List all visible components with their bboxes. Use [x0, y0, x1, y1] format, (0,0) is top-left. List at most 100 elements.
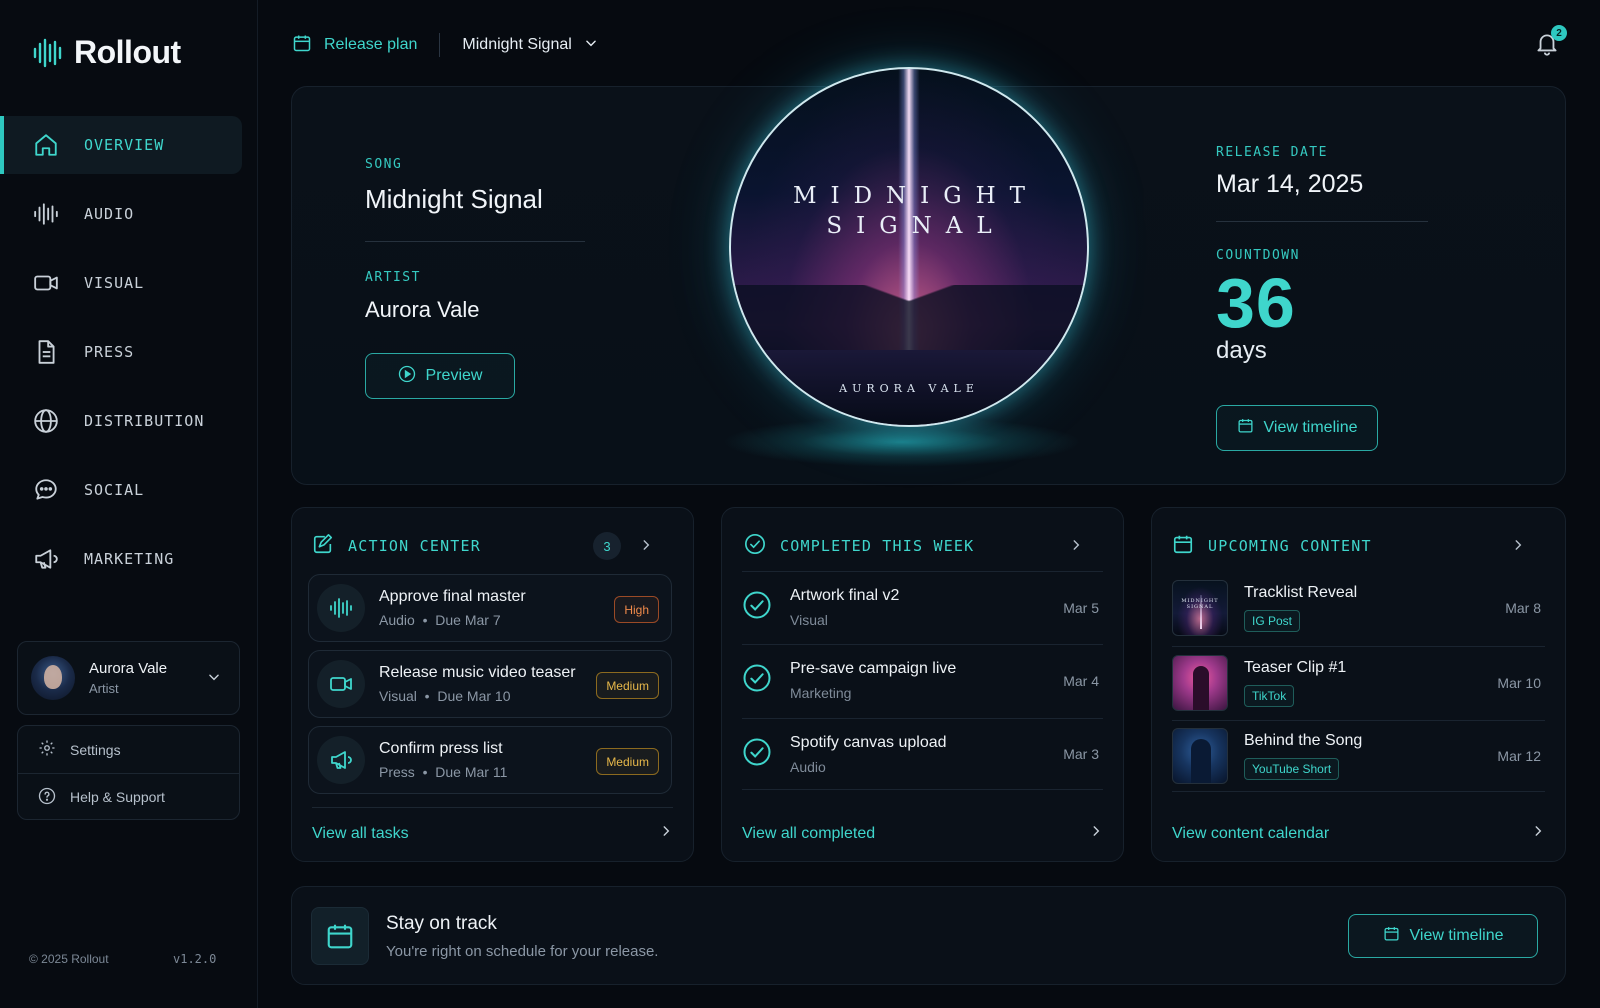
sidebar-item-distribution[interactable]: DISTRIBUTION — [0, 392, 258, 450]
song-selector[interactable]: Midnight Signal — [462, 36, 597, 55]
release-plan-label: Release plan — [324, 36, 418, 53]
content-title: Behind the Song — [1244, 732, 1363, 749]
artist-name: Aurora Vale — [365, 297, 480, 322]
check-circle-icon — [742, 590, 772, 625]
sidebar-item-social[interactable]: SOCIAL — [0, 461, 258, 519]
chevron-right-icon[interactable] — [1511, 538, 1525, 557]
sidebar-item-press[interactable]: PRESS — [0, 323, 258, 381]
sidebar-nav: OVERVIEW AUDIO VISUAL PRESS DISTRIBUTION — [0, 116, 258, 599]
countdown-value: 36 — [1216, 264, 1296, 342]
globe-icon — [32, 407, 60, 435]
sidebar-item-audio[interactable]: AUDIO — [0, 185, 258, 243]
completed-item[interactable]: Artwork final v2 Visual Mar 5 — [742, 571, 1103, 643]
app-version: v1.2.0 — [173, 952, 217, 966]
banner-title: Stay on track — [386, 913, 497, 934]
content-date: Mar 12 — [1497, 748, 1541, 764]
sidebar-item-label: SOCIAL — [84, 481, 145, 499]
release-date: Mar 14, 2025 — [1216, 170, 1364, 198]
calendar-icon — [1383, 925, 1400, 947]
user-switcher[interactable]: Aurora Vale Artist — [17, 641, 240, 715]
chevron-down-icon — [207, 670, 221, 689]
completed-card: COMPLETED THIS WEEK Artwork final v2 Vis… — [721, 507, 1124, 862]
help-link[interactable]: Help & Support — [18, 773, 239, 820]
footer-link-label: View all completed — [742, 825, 876, 842]
task-item[interactable]: Release music video teaser Visual • Due … — [308, 650, 672, 718]
countdown-label: COUNTDOWN — [1216, 248, 1300, 263]
priority-badge: Medium — [596, 672, 659, 699]
sidebar-item-label: VISUAL — [84, 274, 145, 292]
priority-badge: High — [614, 596, 659, 623]
chevron-right-icon — [1089, 824, 1103, 843]
completed-header[interactable]: COMPLETED THIS WEEK — [744, 533, 1103, 558]
platform-tag: YouTube Short — [1244, 758, 1340, 780]
settings-link[interactable]: Settings — [18, 726, 239, 773]
footer-link-label: View all tasks — [312, 825, 409, 842]
action-center-card: ACTION CENTER 3 Approve final master Aud… — [291, 507, 694, 862]
completed-category: Audio — [790, 758, 826, 775]
upcoming-header[interactable]: UPCOMING CONTENT — [1172, 534, 1545, 558]
calendar-icon — [1237, 417, 1254, 439]
app-name: Rollout — [74, 34, 181, 70]
logo[interactable]: Rollout — [32, 34, 181, 71]
view-timeline-label: View timeline — [1263, 419, 1358, 436]
task-meta: Audio • Due Mar 7 — [379, 612, 501, 628]
completed-date: Mar 3 — [1063, 746, 1099, 762]
sidebar-item-marketing[interactable]: MARKETING — [0, 530, 258, 588]
view-timeline-button[interactable]: View timeline — [1348, 914, 1538, 958]
sidebar-item-label: AUDIO — [84, 205, 135, 223]
cover-artist: AURORA VALE — [839, 382, 979, 395]
chevron-right-icon — [1531, 824, 1545, 843]
megaphone-icon — [32, 545, 60, 573]
play-circle-icon — [398, 365, 416, 388]
album-cover[interactable]: MIDNIGHT SIGNAL AURORA VALE — [729, 67, 1089, 427]
priority-badge: Medium — [596, 748, 659, 775]
sidebar-item-overview[interactable]: OVERVIEW — [0, 116, 242, 174]
task-meta: Visual • Due Mar 10 — [379, 688, 511, 704]
video-camera-icon — [317, 660, 365, 708]
sidebar-item-visual[interactable]: VISUAL — [0, 254, 258, 312]
chevron-right-icon[interactable] — [639, 538, 653, 557]
check-circle-icon — [742, 737, 772, 772]
task-item[interactable]: Approve final master Audio • Due Mar 7 H… — [308, 574, 672, 642]
sidebar-item-label: MARKETING — [84, 550, 175, 568]
divider — [439, 33, 441, 57]
action-center-header[interactable]: ACTION CENTER 3 — [312, 532, 673, 560]
waveform-logo-icon — [33, 38, 62, 67]
content-thumbnail — [1172, 728, 1228, 784]
task-item[interactable]: Confirm press list Press • Due Mar 11 Me… — [308, 726, 672, 794]
countdown-unit: days — [1216, 337, 1267, 364]
sidebar-item-label: PRESS — [84, 343, 135, 361]
cover-mountains — [731, 285, 1087, 355]
gear-icon — [38, 739, 56, 760]
divider — [365, 241, 585, 242]
completed-item[interactable]: Pre-save campaign live Marketing Mar 4 — [742, 644, 1103, 716]
sidebar-item-label: DISTRIBUTION — [84, 412, 205, 430]
completed-item[interactable]: Spotify canvas upload Audio Mar 3 — [742, 718, 1103, 790]
card-title: ACTION CENTER — [348, 537, 481, 555]
content-date: Mar 8 — [1505, 600, 1541, 616]
view-timeline-button[interactable]: View timeline — [1216, 405, 1378, 451]
song-info: SONG Midnight Signal ARTIST Aurora Vale — [365, 157, 585, 323]
view-timeline-label: View timeline — [1409, 927, 1504, 944]
chevron-right-icon[interactable] — [1069, 538, 1083, 557]
help-circle-icon — [38, 787, 56, 808]
view-content-calendar-link[interactable]: View content calendar — [1172, 807, 1545, 843]
calendar-icon — [311, 907, 369, 965]
help-label: Help & Support — [70, 789, 165, 805]
calendar-icon — [1172, 533, 1194, 560]
selected-song: Midnight Signal — [462, 36, 572, 53]
release-date-label: RELEASE DATE — [1216, 145, 1328, 160]
view-all-completed-link[interactable]: View all completed — [742, 807, 1103, 843]
content-thumbnail — [1172, 654, 1228, 711]
view-all-tasks-link[interactable]: View all tasks — [312, 807, 673, 843]
content-item[interactable]: Behind the Song YouTube Short Mar 12 — [1172, 720, 1545, 792]
waveform-icon — [32, 200, 60, 228]
release-plan-link[interactable]: Release plan — [292, 33, 417, 58]
settings-menu: Settings Help & Support — [17, 725, 240, 820]
upcoming-content-card: UPCOMING CONTENT MIDNIGHT SIGNAL Trackli… — [1151, 507, 1566, 862]
preview-button[interactable]: Preview — [365, 353, 515, 399]
notification-badge: 2 — [1551, 25, 1567, 41]
content-item[interactable]: MIDNIGHT SIGNAL Tracklist Reveal IG Post… — [1172, 572, 1545, 644]
platform-tag: TikTok — [1244, 684, 1295, 707]
content-item[interactable]: Teaser Clip #1 TikTok Mar 10 — [1172, 646, 1545, 718]
